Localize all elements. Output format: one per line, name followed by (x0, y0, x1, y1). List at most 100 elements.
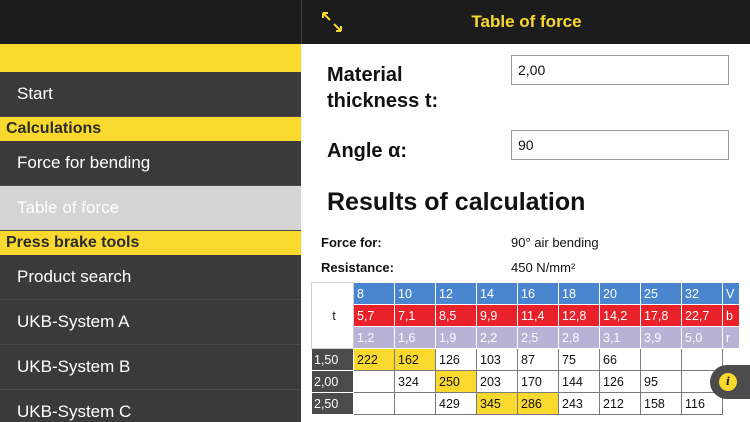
force-value-cell: 158 (640, 392, 682, 415)
r-cell: 5,0 (681, 326, 723, 349)
r-cell: 1,2 (353, 326, 395, 349)
main-content: Material thickness t: Angle α: Results o… (301, 44, 750, 422)
r-cell: 1,6 (394, 326, 436, 349)
sidebar-item-start[interactable]: Start (0, 72, 301, 117)
r-cell: 2,8 (558, 326, 600, 349)
force-value-cell: 144 (558, 370, 600, 393)
v-cell: 14 (476, 282, 518, 305)
b-cell: 12,8 (558, 304, 600, 327)
sidebar-yellow-band (0, 44, 301, 72)
sidebar-item-label: Start (17, 84, 53, 103)
info-icon: i (719, 373, 737, 391)
table-row-b: 5,7 7,1 8,5 9,9 11,4 12,8 14,2 17,8 22,7 b (312, 304, 740, 327)
b-cell: 17,8 (640, 304, 682, 327)
sidebar-item-product-search[interactable]: Product search (0, 255, 301, 300)
b-cell: 8,5 (435, 304, 477, 327)
force-table: t 8 10 12 14 16 18 20 25 32 V 5,7 7,1 8,5 9,9 11,4 12,8 1… (311, 282, 740, 415)
force-value-cell: 429 (435, 392, 477, 415)
force-for-label: Force for: (321, 235, 382, 250)
force-value-cell: 87 (517, 348, 559, 371)
force-value-cell: 162 (394, 348, 436, 371)
sidebar-item-ukb-system-a[interactable]: UKB-System A (0, 300, 301, 345)
sidebar-item-table-of-force[interactable]: Table of force (0, 186, 301, 231)
thickness-label: Material thickness t: (327, 62, 438, 114)
sidebar-section-calculations: Calculations (0, 117, 301, 141)
thickness-label-line2: thickness t: (327, 90, 439, 112)
sidebar-section-press-brake-tools: Press brake tools (0, 231, 301, 255)
sidebar-item-label: UKB-System B (17, 357, 131, 376)
b-cell: 9,9 (476, 304, 518, 327)
force-value-cell: 66 (599, 348, 641, 371)
angle-label: Angle α: (327, 140, 408, 162)
table-row-r: 1,2 1,6 1,9 2,2 2,5 2,8 3,1 3,9 5,0 r (312, 326, 740, 349)
table-row: 2,50 429 345 286 243 212 158 116 (311, 392, 740, 415)
table-row-v: t 8 10 12 14 16 18 20 25 32 V (311, 282, 740, 349)
sidebar-item-force-for-bending[interactable]: Force for bending (0, 141, 301, 186)
force-value-cell: 222 (353, 348, 395, 371)
force-value-cell: 95 (640, 370, 682, 393)
force-value-cell: 103 (476, 348, 518, 371)
r-cell: 3,1 (599, 326, 641, 349)
sidebar-item-label: Force for bending (17, 153, 151, 172)
r-end-cell: r (722, 326, 740, 349)
force-value-cell: 203 (476, 370, 518, 393)
r-cell: 3,9 (640, 326, 682, 349)
force-for-value: 90° air bending (511, 235, 599, 250)
resistance-label: Resistance: (321, 260, 394, 275)
sidebar-item-label: Table of force (17, 198, 120, 217)
r-cell: 2,5 (517, 326, 559, 349)
force-value-cell: 286 (517, 392, 559, 415)
force-value-cell: 126 (599, 370, 641, 393)
r-cell: 2,2 (476, 326, 518, 349)
thickness-label-line1: Material (327, 64, 403, 86)
resistance-value: 450 N/mm² (511, 260, 576, 275)
force-value-cell (640, 348, 682, 371)
main-header: Table of force (301, 0, 750, 44)
b-cell: 22,7 (681, 304, 723, 327)
section-label: Press brake tools (6, 234, 140, 251)
v-cell: 32 (681, 282, 723, 305)
page-title: Table of force (471, 12, 582, 31)
sidebar-item-label: UKB-System A (17, 312, 130, 331)
section-label: Calculations (6, 120, 102, 137)
force-value-cell: 126 (435, 348, 477, 371)
force-value-cell: 170 (517, 370, 559, 393)
force-value-cell: 324 (394, 370, 436, 393)
sidebar-item-label: Product search (17, 267, 132, 286)
v-cell: 25 (640, 282, 682, 305)
info-button[interactable]: i (710, 365, 750, 399)
force-value-cell: 75 (558, 348, 600, 371)
v-cell: 20 (599, 282, 641, 305)
thickness-row-label: 2,50 (311, 392, 354, 415)
v-end-cell: V (722, 282, 740, 305)
v-cell: 16 (517, 282, 559, 305)
app-window: Start Calculations Force for bending Tab… (0, 0, 750, 422)
thickness-row-label: 1,50 (311, 348, 354, 371)
thickness-input[interactable] (511, 55, 729, 85)
angle-input[interactable] (511, 130, 729, 160)
t-header-cell: t (311, 282, 354, 349)
table-row: 2,00 324 250 203 170 144 126 95 (311, 370, 740, 393)
b-end-cell: b (722, 304, 740, 327)
v-cell: 10 (394, 282, 436, 305)
force-value-cell: 212 (599, 392, 641, 415)
b-cell: 5,7 (353, 304, 395, 327)
force-value-cell: 243 (558, 392, 600, 415)
force-value-cell: 250 (435, 370, 477, 393)
table-row: 1,50 222 162 126 103 87 75 66 (311, 348, 740, 371)
force-value-cell (353, 392, 395, 415)
results-title: Results of calculation (327, 188, 586, 216)
force-value-cell (353, 370, 395, 393)
sidebar-item-ukb-system-c[interactable]: UKB-System C (0, 390, 301, 422)
v-cell: 18 (558, 282, 600, 305)
b-cell: 14,2 (599, 304, 641, 327)
sidebar-item-ukb-system-b[interactable]: UKB-System B (0, 345, 301, 390)
b-cell: 11,4 (517, 304, 559, 327)
v-cell: 8 (353, 282, 395, 305)
force-value-cell: 345 (476, 392, 518, 415)
sidebar-topbar (0, 0, 301, 44)
sidebar-item-label: UKB-System C (17, 402, 132, 421)
sidebar: Start Calculations Force for bending Tab… (0, 0, 301, 422)
v-cell: 12 (435, 282, 477, 305)
b-cell: 7,1 (394, 304, 436, 327)
